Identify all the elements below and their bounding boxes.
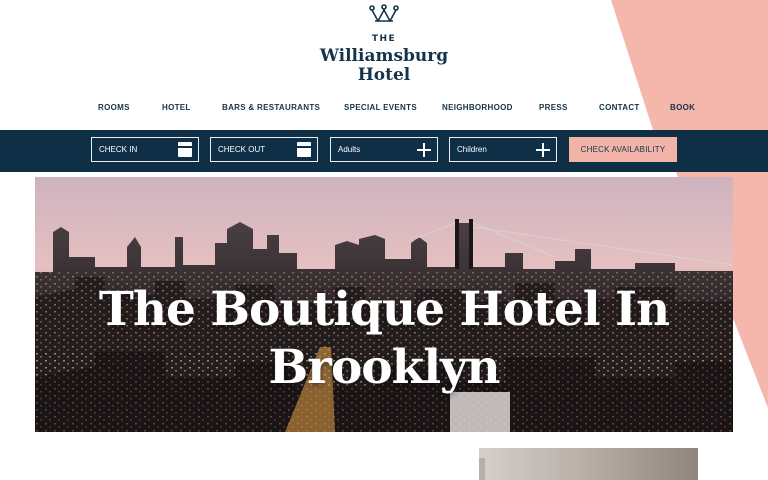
hero-title-line-2: Brooklyn xyxy=(268,340,500,395)
calendar-icon xyxy=(178,142,192,157)
check-availability-button[interactable]: CHECK AVAILABILITY xyxy=(569,137,677,162)
check-in-label: CHECK IN xyxy=(99,145,138,154)
nav-item-special-events[interactable]: SPECIAL EVENTS xyxy=(344,103,417,112)
adults-label: Adults xyxy=(338,145,361,154)
logo-text-the: THE xyxy=(371,34,397,44)
plus-icon[interactable] xyxy=(536,142,550,157)
adults-stepper[interactable]: Adults xyxy=(330,137,438,162)
nav-item-book[interactable]: BOOK xyxy=(670,103,695,112)
logo-text-williamsburg: Williamsburg xyxy=(319,46,449,66)
check-in-field[interactable]: CHECK IN xyxy=(91,137,199,162)
nav-item-rooms[interactable]: ROOMS xyxy=(98,103,130,112)
nav-item-neighborhood[interactable]: NEIGHBORHOOD xyxy=(442,103,513,112)
calendar-icon xyxy=(297,142,311,157)
logo-text-name: Williamsburg Hotel xyxy=(0,47,768,85)
hero-title: The Boutique Hotel In Brooklyn xyxy=(35,281,733,397)
plus-icon[interactable] xyxy=(417,142,431,157)
check-out-label: CHECK OUT xyxy=(218,145,266,154)
hero-title-line-1: The Boutique Hotel In xyxy=(98,282,670,337)
hero-banner: The Boutique Hotel In Brooklyn xyxy=(35,177,733,432)
nav-item-hotel[interactable]: HOTEL xyxy=(162,103,191,112)
next-section-image xyxy=(465,448,698,480)
crown-w-monogram-icon xyxy=(369,4,399,22)
children-stepper[interactable]: Children xyxy=(449,137,557,162)
logo-text-hotel: Hotel xyxy=(357,65,411,85)
nav-item-contact[interactable]: CONTACT xyxy=(599,103,640,112)
main-navigation: ROOMS HOTEL BARS & RESTAURANTS SPECIAL E… xyxy=(0,103,768,115)
nav-item-press[interactable]: PRESS xyxy=(539,103,568,112)
children-label: Children xyxy=(457,145,487,154)
booking-bar: CHECK IN CHECK OUT Adults Children CHECK… xyxy=(0,130,768,172)
check-out-field[interactable]: CHECK OUT xyxy=(210,137,318,162)
nav-item-bars-restaurants[interactable]: BARS & RESTAURANTS xyxy=(222,103,320,112)
